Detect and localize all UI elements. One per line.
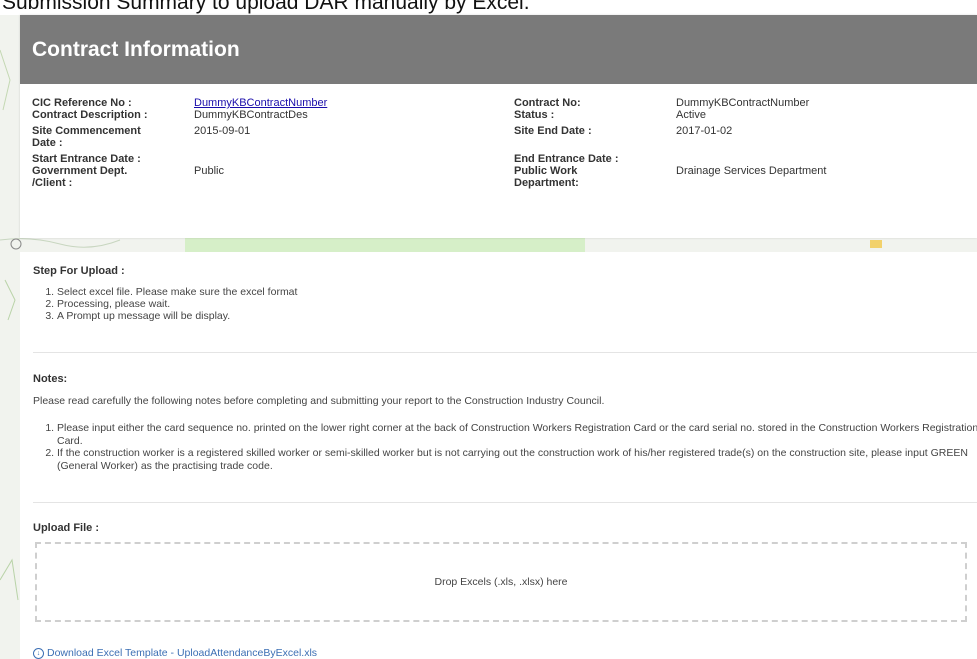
notes-list: Please input either the card sequence no… xyxy=(33,422,977,472)
step-item: A Prompt up message will be display. xyxy=(57,310,297,322)
step-item: Processing, please wait. xyxy=(57,298,297,310)
note-item: If the construction worker is a register… xyxy=(57,447,977,472)
step-item: Select excel file. Please make sure the … xyxy=(57,286,297,298)
contract-no-value: DummyKBContractNumber xyxy=(676,97,810,109)
site-end-label: Site End Date : xyxy=(514,125,592,137)
gov-dept-label-2: /Client : xyxy=(32,177,73,189)
cic-ref-link[interactable]: DummyKBContractNumber xyxy=(194,97,327,109)
public-work-label-2: Department: xyxy=(514,177,579,189)
contract-desc-value: DummyKBContractDes xyxy=(194,109,308,121)
excel-dropzone[interactable]: Drop Excels (.xls, .xlsx) here xyxy=(35,542,967,622)
notes-intro: Please read carefully the following note… xyxy=(33,395,605,407)
public-work-value: Drainage Services Department xyxy=(676,165,827,177)
divider xyxy=(33,502,977,503)
download-template-link[interactable]: ↓ Download Excel Template - UploadAttend… xyxy=(33,647,317,659)
site-commence-label-2: Date : xyxy=(32,137,63,149)
site-end-value: 2017-01-02 xyxy=(676,125,733,137)
cic-ref-label: CIC Reference No : xyxy=(32,97,132,109)
steps-list: Select excel file. Please make sure the … xyxy=(33,286,297,322)
divider xyxy=(33,352,977,353)
document-caption: Submission Summary to upload DAR manuall… xyxy=(0,0,977,15)
gov-dept-label-1: Government Dept. xyxy=(32,165,128,177)
download-circle-icon: ↓ xyxy=(33,647,44,659)
contract-information-title: Contract Information xyxy=(20,15,977,84)
contract-information-card: Contract Information xyxy=(20,15,977,238)
download-template-label: Download Excel Template - UploadAttendan… xyxy=(47,647,318,659)
steps-title: Step For Upload : xyxy=(33,265,125,277)
start-entrance-label: Start Entrance Date : xyxy=(32,153,141,165)
dropzone-label: Drop Excels (.xls, .xlsx) here xyxy=(434,576,568,588)
site-commence-value: 2015-09-01 xyxy=(194,125,251,137)
notes-title: Notes: xyxy=(33,373,68,385)
end-entrance-label: End Entrance Date : xyxy=(514,153,619,165)
gov-dept-value: Public xyxy=(194,165,224,177)
note-item: Please input either the card sequence no… xyxy=(57,422,977,447)
public-work-label-1: Public Work xyxy=(514,165,578,177)
contract-desc-label: Contract Description : xyxy=(32,109,148,121)
contract-no-label: Contract No: xyxy=(514,97,581,109)
status-value: Active xyxy=(676,109,706,121)
upload-file-title: Upload File : xyxy=(33,522,99,534)
upload-panel: Step For Upload : Select excel file. Ple… xyxy=(20,252,977,659)
site-commence-label-1: Site Commencement xyxy=(32,125,141,137)
status-label: Status : xyxy=(514,109,555,121)
